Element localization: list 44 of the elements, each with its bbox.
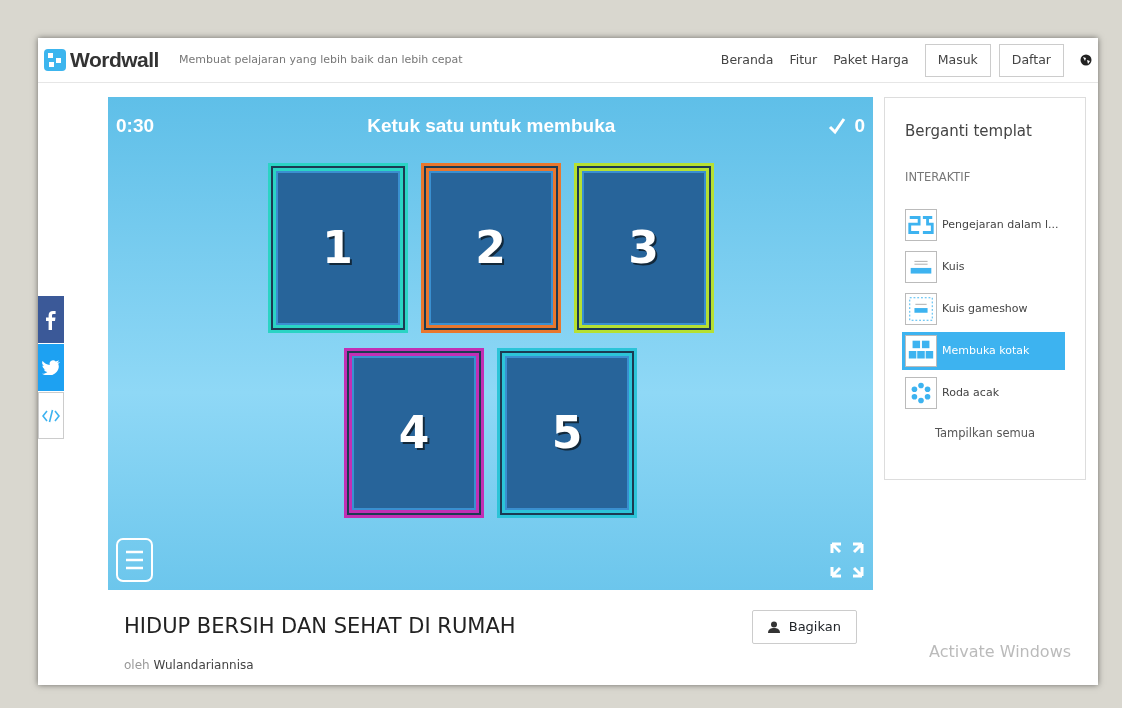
nav-link[interactable]: Fitur — [789, 50, 818, 70]
number-tile[interactable]: 4 — [344, 348, 484, 518]
check-icon — [828, 117, 847, 135]
show-all-link[interactable]: Tampilkan semua — [934, 425, 1036, 440]
logo-icon — [44, 49, 66, 71]
author-link[interactable]: Wulandariannisa — [153, 658, 254, 672]
byline-label: oleh — [124, 658, 150, 672]
timer: 0:30 — [116, 113, 155, 138]
template-item[interactable]: Kuis — [902, 247, 1065, 286]
globe-icon[interactable] — [1080, 54, 1092, 66]
panel-title: Berganti templat — [905, 121, 1033, 142]
fullscreen-icon[interactable] — [830, 542, 864, 578]
quiz-icon — [905, 250, 937, 283]
code-icon — [42, 408, 60, 423]
template-item[interactable]: Pengejaran dalam l... — [902, 205, 1065, 244]
menu-button[interactable] — [116, 538, 153, 582]
gameshow-icon — [905, 292, 937, 325]
number-tile[interactable]: 1 — [267, 163, 408, 333]
number-tile[interactable]: 3 — [573, 163, 714, 333]
wheel-icon — [905, 376, 937, 409]
template-item[interactable]: Roda acak — [902, 373, 1065, 412]
header-button[interactable]: Daftar — [998, 43, 1064, 77]
score: 0 — [854, 113, 865, 138]
activate-windows-notice: Activate Windows — [929, 641, 1073, 663]
twitter-button[interactable] — [38, 344, 64, 391]
activity-title: HIDUP BERSIH DAN SEHAT DI RUMAH — [124, 613, 516, 641]
embed-button[interactable] — [38, 392, 64, 439]
share-button[interactable]: Bagikan — [751, 610, 857, 644]
nav-link[interactable]: Beranda — [720, 50, 774, 70]
number-tile[interactable]: 5 — [497, 348, 637, 518]
twitter-icon — [42, 360, 60, 375]
maze-icon — [905, 208, 937, 241]
facebook-button[interactable] — [38, 296, 64, 343]
user-icon — [767, 621, 781, 633]
facebook-icon — [46, 309, 56, 330]
number-tile[interactable]: 2 — [420, 163, 561, 333]
nav-link[interactable]: Paket Harga — [833, 50, 909, 70]
logo-text[interactable]: Wordwall — [70, 44, 159, 76]
section-label: INTERAKTIF — [905, 168, 972, 186]
boxes-icon — [905, 334, 937, 367]
header-button[interactable]: Masuk — [924, 43, 991, 77]
template-item[interactable]: Kuis gameshow — [902, 289, 1065, 328]
tagline: Membuat pelajaran yang lebih baik dan lebih cepat — [178, 51, 463, 68]
instruction-text: Ketuk satu untuk membuka — [367, 113, 616, 138]
